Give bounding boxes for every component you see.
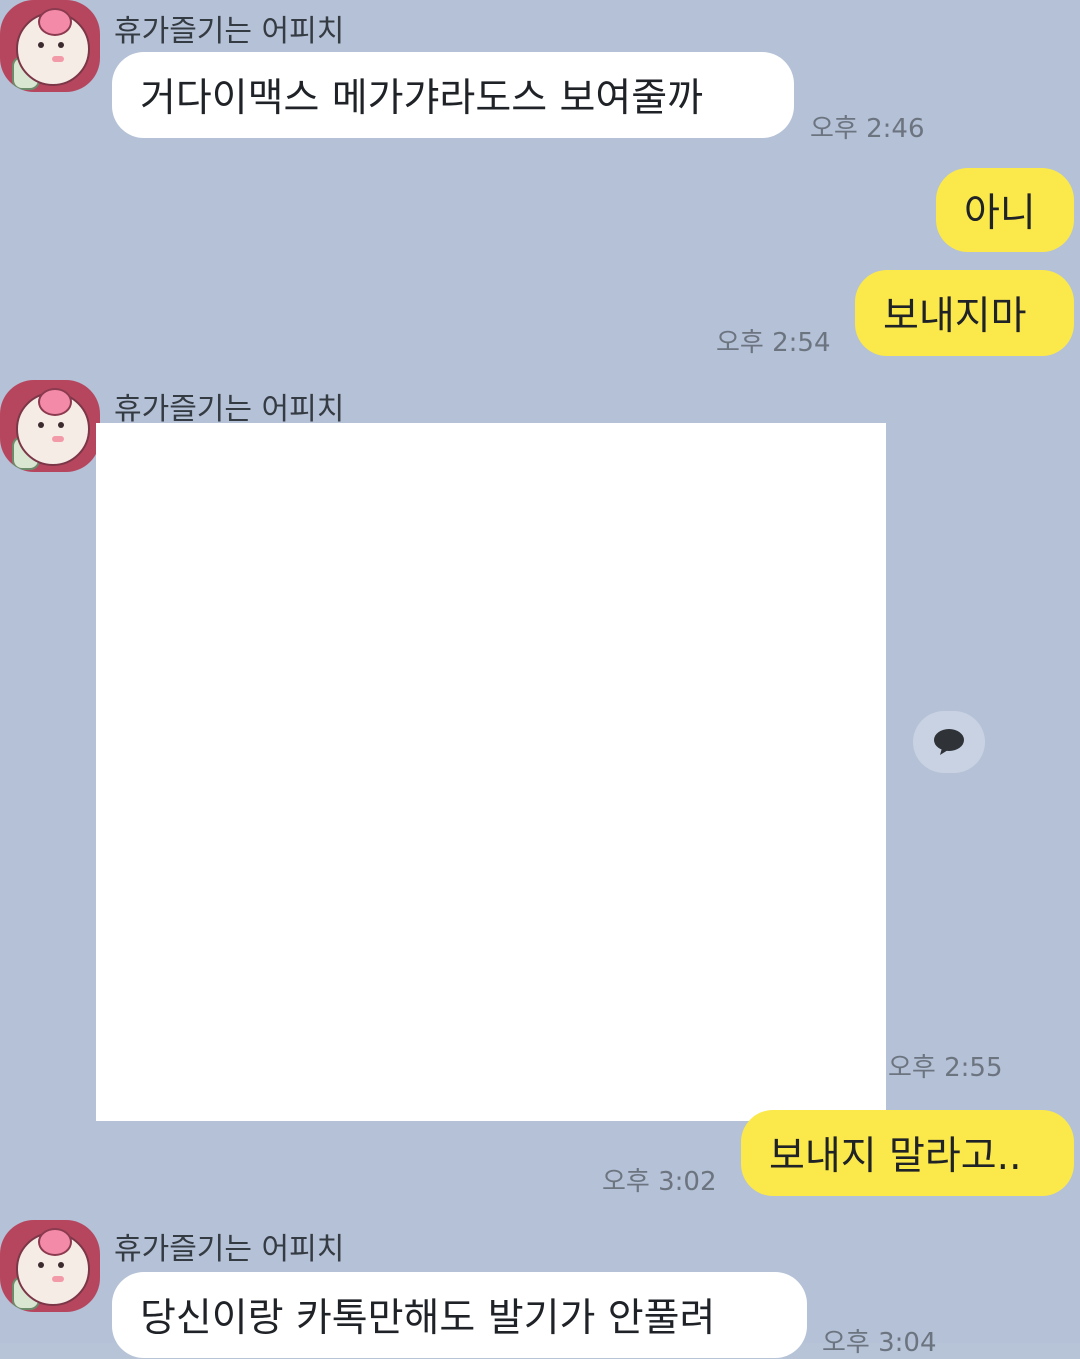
avatar-cheek — [52, 436, 64, 442]
message-time: 오후 2:46 — [810, 114, 925, 144]
avatar-eye-left — [38, 1262, 44, 1268]
message-time: 오후 3:04 — [822, 1328, 937, 1358]
message-bubble-outgoing[interactable]: 보내지마 — [855, 270, 1074, 356]
sender-name: 휴가즐기는 어피치 — [114, 14, 345, 49]
sender-name: 휴가즐기는 어피치 — [114, 1232, 345, 1267]
reply-button[interactable] — [913, 711, 985, 773]
sender-name: 휴가즐기는 어피치 — [114, 392, 345, 427]
avatar-cheek — [52, 56, 64, 62]
message-time: 오후 2:55 — [888, 1053, 1003, 1083]
sender-avatar[interactable] — [0, 0, 100, 92]
message-text: 당신이랑 카톡만해도 발기가 안풀려 — [140, 1296, 716, 1341]
message-bubble-incoming[interactable]: 당신이랑 카톡만해도 발기가 안풀려 — [112, 1272, 807, 1358]
sender-avatar[interactable] — [0, 1220, 100, 1312]
message-bubble-outgoing[interactable]: 아니 — [936, 168, 1074, 252]
message-text: 아니 — [964, 191, 1036, 236]
message-text: 보내지 말라고.. — [769, 1134, 1022, 1179]
message-bubble-outgoing[interactable]: 보내지 말라고.. — [741, 1110, 1074, 1196]
image-message[interactable] — [96, 423, 886, 1121]
avatar-eye-left — [38, 422, 44, 428]
avatar-eye-left — [38, 42, 44, 48]
chat-screen: 휴가즐기는 어피치 거다이맥스 메가갸라도스 보여줄까 오후 2:46 아니 보… — [0, 0, 1080, 1358]
message-time: 오후 3:02 — [602, 1167, 717, 1197]
avatar-eye-right — [58, 1262, 64, 1268]
message-bubble-incoming[interactable]: 거다이맥스 메가갸라도스 보여줄까 — [112, 52, 794, 138]
avatar-hair-shape — [38, 388, 72, 416]
avatar-eye-right — [58, 422, 64, 428]
avatar-hair-shape — [38, 1228, 72, 1256]
message-text: 거다이맥스 메가갸라도스 보여줄까 — [140, 76, 703, 121]
chat-bubble-icon — [934, 729, 964, 755]
avatar-cheek — [52, 1276, 64, 1282]
message-time: 오후 2:54 — [716, 328, 831, 358]
message-text: 보내지마 — [883, 294, 1027, 339]
avatar-hair-shape — [38, 8, 72, 36]
avatar-eye-right — [58, 42, 64, 48]
sender-avatar[interactable] — [0, 380, 100, 472]
